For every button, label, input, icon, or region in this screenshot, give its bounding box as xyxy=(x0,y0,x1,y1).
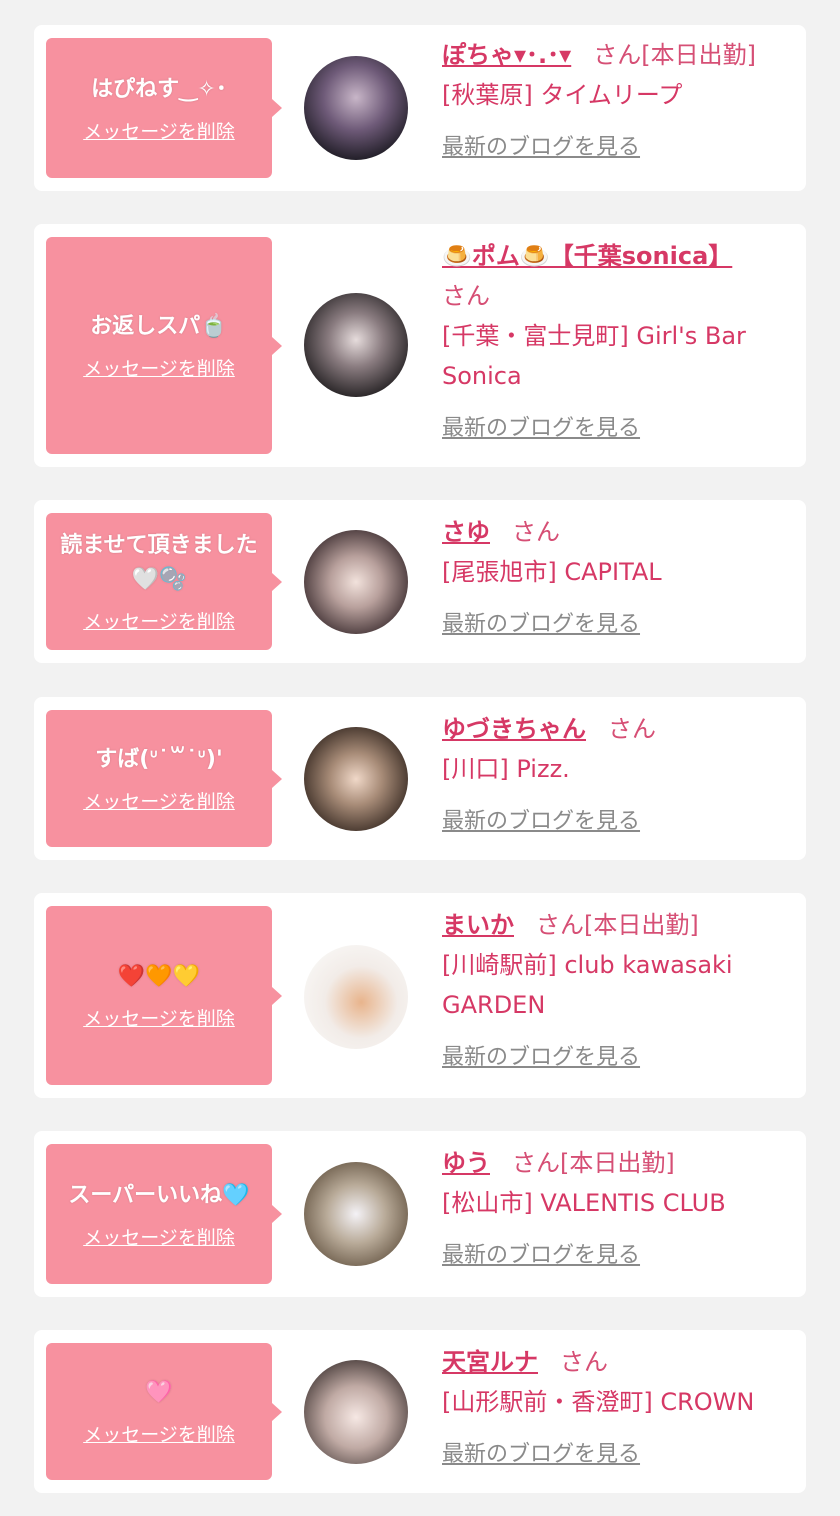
message-text: お返しスパ🍵 xyxy=(90,314,228,339)
shop-info: [川口] Pizz. xyxy=(442,755,570,783)
message-bubble: はぴねす‿✧･ メッセージを削除 xyxy=(46,38,282,178)
message-bubble: お返しスパ🍵 メッセージを削除 xyxy=(46,237,282,454)
view-blog-link[interactable]: 最新のブログを見る xyxy=(442,1039,640,1071)
message-text: 🩷 xyxy=(145,1380,173,1405)
message-bubble: 読ませて頂きました🤍🫧 メッセージを削除 xyxy=(46,513,282,650)
shop-info: [尾張旭市] CAPITAL xyxy=(442,558,662,586)
message-text: スーパーいいね🩵 xyxy=(68,1182,250,1208)
message-bubble: すば(ᐡ˙꒳˙ᐡ)' メッセージを削除 xyxy=(46,710,282,847)
list-item: スーパーいいね🩵 メッセージを削除 ゆう さん[本日出勤] [松山市] VALEN… xyxy=(34,1131,806,1297)
message-text: 読ませて頂きました🤍🫧 xyxy=(60,533,258,592)
shop-info: [山形駅前・香澄町] CROWN xyxy=(442,1388,755,1416)
avatar[interactable] xyxy=(304,530,408,634)
profile-name-link[interactable]: 🍮ポム🍮【千葉sonica】 xyxy=(442,242,732,270)
delete-message-link[interactable]: メッセージを削除 xyxy=(83,607,235,634)
name-suffix: さん[本日出勤] xyxy=(512,1149,675,1177)
profile-name-link[interactable]: ぽちゃ▾･.･▾ xyxy=(442,41,571,69)
delete-message-link[interactable]: メッセージを削除 xyxy=(83,787,235,814)
shop-info: [川崎駅前] club kawasaki GARDEN xyxy=(442,951,733,1019)
list-item: 読ませて頂きました🤍🫧 メッセージを削除 さゆ さん [尾張旭市] CAPITAL… xyxy=(34,500,806,663)
name-suffix: さん xyxy=(512,518,560,546)
avatar[interactable] xyxy=(304,56,408,160)
avatar[interactable] xyxy=(304,945,408,1049)
list-item: 🩷 メッセージを削除 天宮ルナ さん [山形駅前・香澄町] CROWN 最新のブロ… xyxy=(34,1330,806,1493)
delete-message-link[interactable]: メッセージを削除 xyxy=(83,117,235,144)
message-text: はぴねす‿✧･ xyxy=(91,76,227,102)
profile-name-link[interactable]: ゆう xyxy=(442,1149,490,1177)
message-list: はぴねす‿✧･ メッセージを削除 ぽちゃ▾･.･▾ さん[本日出勤] [秋葉原] … xyxy=(0,0,840,1516)
name-suffix: さん[本日出勤] xyxy=(536,911,699,939)
name-suffix: さん xyxy=(442,282,490,310)
avatar[interactable] xyxy=(304,727,408,831)
view-blog-link[interactable]: 最新のブログを見る xyxy=(442,803,640,835)
message-text: ❤️🧡💛 xyxy=(117,964,201,989)
profile-name-link[interactable]: まいか xyxy=(442,911,514,939)
list-item: すば(ᐡ˙꒳˙ᐡ)' メッセージを削除 ゆづきちゃん さん [川口] Pizz. … xyxy=(34,697,806,860)
name-suffix: さん xyxy=(608,715,656,743)
delete-message-link[interactable]: メッセージを削除 xyxy=(83,1223,235,1250)
avatar[interactable] xyxy=(304,1360,408,1464)
message-bubble: スーパーいいね🩵 メッセージを削除 xyxy=(46,1144,282,1284)
list-item: お返しスパ🍵 メッセージを削除 🍮ポム🍮【千葉sonica】 さん [千葉・富士見… xyxy=(34,224,806,467)
view-blog-link[interactable]: 最新のブログを見る xyxy=(442,410,640,442)
delete-message-link[interactable]: メッセージを削除 xyxy=(83,1004,235,1031)
list-item: はぴねす‿✧･ メッセージを削除 ぽちゃ▾･.･▾ さん[本日出勤] [秋葉原] … xyxy=(34,25,806,191)
shop-info: [千葉・富士見町] Girl's Bar Sonica xyxy=(442,322,746,390)
view-blog-link[interactable]: 最新のブログを見る xyxy=(442,129,640,161)
message-bubble: 🩷 メッセージを削除 xyxy=(46,1343,282,1480)
list-item: ❤️🧡💛 メッセージを削除 まいか さん[本日出勤] [川崎駅前] club ka… xyxy=(34,893,806,1098)
avatar[interactable] xyxy=(304,1162,408,1266)
view-blog-link[interactable]: 最新のブログを見る xyxy=(442,1436,640,1468)
delete-message-link[interactable]: メッセージを削除 xyxy=(83,354,235,381)
message-text: すば(ᐡ˙꒳˙ᐡ)' xyxy=(95,747,223,772)
profile-name-link[interactable]: ゆづきちゃん xyxy=(442,715,586,743)
delete-message-link[interactable]: メッセージを削除 xyxy=(83,1420,235,1447)
avatar[interactable] xyxy=(304,293,408,397)
view-blog-link[interactable]: 最新のブログを見る xyxy=(442,1237,640,1269)
view-blog-link[interactable]: 最新のブログを見る xyxy=(442,606,640,638)
name-suffix: さん xyxy=(560,1348,608,1376)
shop-info: [松山市] VALENTIS CLUB xyxy=(442,1189,726,1217)
profile-name-link[interactable]: 天宮ルナ xyxy=(442,1348,538,1376)
profile-name-link[interactable]: さゆ xyxy=(442,518,490,546)
message-bubble: ❤️🧡💛 メッセージを削除 xyxy=(46,906,282,1085)
shop-info: [秋葉原] タイムリープ xyxy=(442,81,683,109)
name-suffix: さん[本日出勤] xyxy=(593,41,756,69)
